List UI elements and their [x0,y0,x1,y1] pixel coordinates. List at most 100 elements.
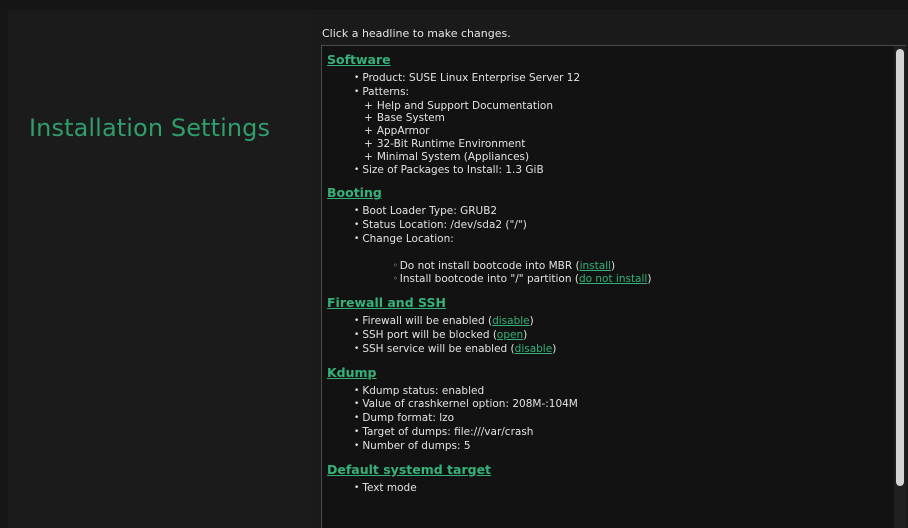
mbr-text: Do not install bootcode into MBR ( [399,259,580,272]
bullet-icon: • [354,329,360,340]
firewall-items: • Firewall will be enabled (disable) • SSH… [327,315,887,356]
list-item: • Patterns: [354,86,887,100]
plus-icon: + [364,99,373,112]
bullet-icon: • [354,385,360,396]
list-item: • Size of Packages to Install: 1.3 GiB [354,164,887,178]
systemd-section: Default systemd target • Text mode [327,462,887,496]
list-item: • Status Location: /dev/sda2 ("/") [354,219,887,233]
list-item: • Text mode [354,482,887,496]
kdump-section: Kdump • Kdump status: enabled • Value of c… [327,365,887,454]
kdump-items: • Kdump status: enabled • Value of crashke… [327,385,887,454]
pattern-item: +32-Bit Runtime Environment [354,138,887,151]
close-paren: ) [523,328,528,341]
change-location-text: Change Location: [362,232,454,245]
close-paren: ) [552,342,557,355]
firewall-text: Firewall will be enabled ( [362,315,493,328]
bullet-icon: • [354,206,360,217]
list-item: • Value of crashkernel option: 208M-:104M [354,398,887,412]
bullet-icon: • [354,482,360,493]
pattern-name: Base System [376,112,445,125]
bullet-icon: • [354,316,360,327]
bullet-icon: • [354,164,360,175]
disable-firewall-link[interactable]: disable [492,315,530,327]
plus-icon: + [364,137,373,150]
pattern-name: 32-Bit Runtime Environment [376,137,526,150]
product-text: Product: SUSE Linux Enterprise Server 12 [362,72,581,84]
top-strip [0,0,908,10]
close-paren: ) [529,315,534,328]
list-item: • Boot Loader Type: GRUB2 [354,205,887,219]
do-not-install-partition-link[interactable]: do not install [579,273,647,285]
plus-icon: + [364,112,373,125]
bullet-icon: • [354,73,360,83]
software-headline[interactable]: Software [327,52,887,67]
pattern-name: Minimal System (Appliances) [376,150,530,163]
spacer [354,247,887,260]
booting-headline[interactable]: Booting [327,185,887,200]
bullet-icon: • [354,233,360,244]
close-paren: ) [611,259,616,272]
firewall-section: Firewall and SSH • Firewall will be enabl… [327,295,887,356]
page-title: Installation Settings [29,114,271,142]
systemd-item-text: Text mode [362,481,417,494]
pattern-item: + Base System [354,112,887,125]
software-section: Software • Product: SUSE Linux Enterprise… [327,52,887,177]
list-item: • SSH service will be enabled (disable) [354,343,887,357]
package-size-text: Size of Packages to Install: 1.3 GiB [362,163,544,176]
list-item: • SSH port will be blocked (open) [354,329,887,343]
systemd-items: • Text mode [327,482,887,496]
firewall-headline[interactable]: Firewall and SSH [327,295,887,310]
summary-content: Software • Product: SUSE Linux Enterprise… [327,52,887,503]
kdump-item-text: Number of dumps: 5 [362,439,471,452]
ssh-port-text: SSH port will be blocked ( [362,328,497,341]
kdump-item-text: Target of dumps: file:///var/crash [362,425,534,438]
partition-text: Install bootcode into "/" partition ( [399,273,579,286]
pattern-name: AppArmor [376,125,430,138]
list-item: • Product: SUSE Linux Enterprise Server 1… [354,72,887,86]
installation-summary: Software • Product: SUSE Linux Enterprise… [321,45,906,528]
circle-icon: ◦ [393,274,398,284]
disable-ssh-link[interactable]: disable [515,343,553,355]
list-item: • Number of dumps: 5 [354,440,887,454]
close-paren: ) [647,273,652,286]
pattern-item: + AppArmor [354,125,887,138]
kdump-headline[interactable]: Kdump [327,365,887,380]
list-item: • Dump format: lzo [354,412,887,426]
vertical-scrollbar[interactable] [894,46,906,528]
bullet-icon: • [354,440,360,451]
booting-section: Booting • Boot Loader Type: GRUB2 • Status… [327,185,887,287]
boot-loader-text: Boot Loader Type: GRUB2 [362,205,498,218]
bullet-icon: • [354,220,360,231]
sub-item: ◦ Install bootcode into "/" partition (do… [354,273,887,287]
systemd-headline[interactable]: Default systemd target [327,462,887,477]
ssh-service-text: SSH service will be enabled ( [362,342,515,355]
bullet-icon: • [354,343,360,354]
plus-icon: + [364,125,373,138]
list-item: • Kdump status: enabled [354,385,887,399]
pattern-item: + Help and Support Documentation [354,100,887,113]
software-items: • Product: SUSE Linux Enterprise Server 1… [327,72,887,177]
list-item: • Firewall will be enabled (disable) [354,315,887,329]
kdump-item-text: Value of crashkernel option: 208M-:104M [362,398,578,411]
booting-items: • Boot Loader Type: GRUB2 • Status Locatio… [327,205,887,287]
plus-icon: + [364,150,373,163]
bullet-icon: • [354,86,360,97]
instruction-text: Click a headline to make changes. [322,27,511,40]
bullet-icon: • [354,399,360,410]
install-mbr-link[interactable]: install [580,260,611,272]
circle-icon: ◦ [393,260,398,270]
left-panel [8,10,310,528]
open-ssh-port-link[interactable]: open [497,329,523,341]
patterns-label: Patterns: [362,85,410,98]
status-location-text: Status Location: /dev/sda2 ("/") [362,219,527,232]
bullet-icon: • [354,426,360,437]
pattern-name: Help and Support Documentation [376,99,553,112]
kdump-item-text: Kdump status: enabled [362,384,485,397]
sub-item: ◦ Do not install bootcode into MBR (insta… [354,260,887,274]
list-item: • Change Location: [354,233,887,247]
kdump-item-text: Dump format: lzo [362,412,455,425]
bullet-icon: • [354,413,360,424]
list-item: • Target of dumps: file:///var/crash [354,426,887,440]
pattern-item: + Minimal System (Appliances) [354,151,887,164]
scrollbar-thumb[interactable] [896,49,904,486]
